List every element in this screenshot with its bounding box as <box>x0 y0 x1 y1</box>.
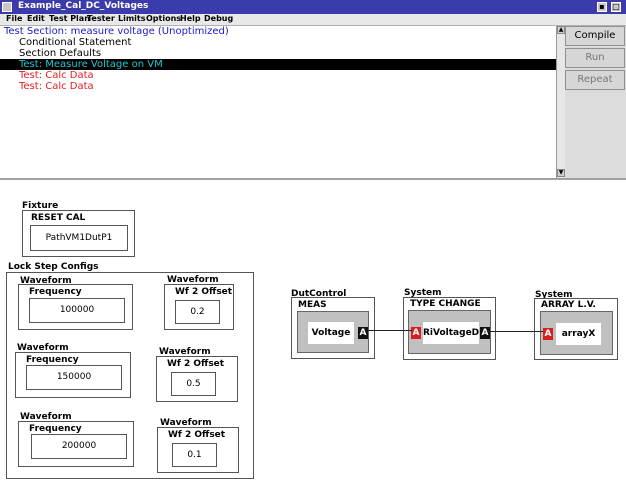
wf-offset-block[interactable]: Wf 2 Offset 0.2 <box>164 284 234 330</box>
wf-offset-value[interactable]: 0.5 <box>171 372 216 396</box>
input-port-icon[interactable]: A <box>411 327 421 339</box>
menu-help[interactable]: Help <box>180 14 201 23</box>
title-bar: Example_Cal_DC_Voltages ▪ □ <box>0 0 626 14</box>
test-plan-list[interactable]: Test Section: measure voltage (Unoptimiz… <box>0 26 556 178</box>
dutcontrol-subtitle: MEAS <box>298 300 327 310</box>
wf-offset-value[interactable]: 0.1 <box>172 443 217 467</box>
menu-file[interactable]: File <box>6 14 22 23</box>
frequency-label: Frequency <box>29 287 82 297</box>
menu-debug[interactable]: Debug <box>204 14 233 23</box>
test-list-item[interactable]: Test: Calc Data <box>19 70 94 81</box>
maximize-icon[interactable]: □ <box>611 2 621 12</box>
scroll-up-icon[interactable]: ▲ <box>557 26 565 34</box>
menu-tester[interactable]: Tester <box>87 14 115 23</box>
wf-offset-value[interactable]: 0.2 <box>175 300 220 324</box>
wf-offset-block[interactable]: Wf 2 Offset 0.5 <box>156 356 238 402</box>
frequency-value[interactable]: 150000 <box>26 365 122 390</box>
input-port-icon[interactable]: A <box>543 328 553 340</box>
frequency-block[interactable]: Frequency 150000 <box>15 352 131 398</box>
array-node[interactable]: A arrayX <box>540 311 613 355</box>
repeat-button[interactable]: Repeat <box>565 70 625 90</box>
dutcontrol-block[interactable]: MEAS Voltage A <box>291 297 375 359</box>
frequency-value[interactable]: 200000 <box>31 434 127 459</box>
flow-canvas[interactable]: Fixture RESET CAL PathVM1DutP1 Lock Step… <box>0 180 626 488</box>
minimize-icon[interactable]: ▪ <box>597 2 607 12</box>
menu-edit[interactable]: Edit <box>27 14 45 23</box>
run-button[interactable]: Run <box>565 48 625 68</box>
compile-button[interactable]: Compile <box>565 26 625 46</box>
connection-wire <box>488 331 543 332</box>
test-list-scrollbar[interactable]: ▲ ▼ <box>556 26 565 178</box>
wf-offset-label: Wf 2 Offset <box>175 287 233 297</box>
test-list-item[interactable]: Conditional Statement <box>19 37 131 48</box>
fixture-subtitle: RESET CAL <box>31 213 86 223</box>
fixture-block[interactable]: RESET CAL PathVM1DutP1 <box>22 210 135 257</box>
frequency-label: Frequency <box>26 355 79 365</box>
test-list-item[interactable]: Section Defaults <box>19 48 101 59</box>
wf-offset-label: Wf 2 Offset <box>168 430 226 440</box>
menu-limits[interactable]: Limits <box>118 14 146 23</box>
array-block[interactable]: ARRAY L.V. A arrayX <box>534 298 618 360</box>
test-list-item[interactable]: Test Section: measure voltage (Unoptimiz… <box>4 26 229 37</box>
test-list-item-selected[interactable]: Test: Measure Voltage on VM <box>0 59 556 70</box>
wf-offset-label: Wf 2 Offset <box>167 359 225 369</box>
menu-bar: File Edit Test Plan Tester Limits Option… <box>0 14 626 26</box>
menu-options[interactable]: Options <box>146 14 181 23</box>
frequency-block[interactable]: Frequency 100000 <box>18 284 133 330</box>
dutcontrol-node[interactable]: Voltage A <box>297 311 369 353</box>
menu-test-plan[interactable]: Test Plan <box>49 14 90 23</box>
array-subtitle: ARRAY L.V. <box>541 300 596 310</box>
dutcontrol-value: Voltage <box>308 322 354 344</box>
window-title: Example_Cal_DC_Voltages <box>18 1 149 11</box>
type-change-value: RiVoltageD <box>423 322 479 344</box>
action-panel: Compile Run Repeat <box>565 26 626 178</box>
scroll-down-icon[interactable]: ▼ <box>557 169 565 177</box>
window-menu-icon[interactable] <box>2 2 12 12</box>
frequency-value[interactable]: 100000 <box>29 298 125 323</box>
frequency-block[interactable]: Frequency 200000 <box>18 421 134 467</box>
fixture-value[interactable]: PathVM1DutP1 <box>30 225 128 251</box>
output-port-icon[interactable]: A <box>358 327 368 339</box>
output-port-icon[interactable]: A <box>480 327 490 339</box>
test-list-item[interactable]: Test: Calc Data <box>19 81 94 92</box>
array-value: arrayX <box>556 323 601 345</box>
frequency-label: Frequency <box>29 424 82 434</box>
type-change-subtitle: TYPE CHANGE <box>410 299 481 309</box>
type-change-node[interactable]: A RiVoltageD A <box>408 310 491 354</box>
connection-wire <box>368 330 412 331</box>
lockstep-title: Lock Step Configs <box>8 262 99 272</box>
type-change-block[interactable]: TYPE CHANGE A RiVoltageD A <box>403 297 496 360</box>
wf-offset-block[interactable]: Wf 2 Offset 0.1 <box>157 427 239 473</box>
